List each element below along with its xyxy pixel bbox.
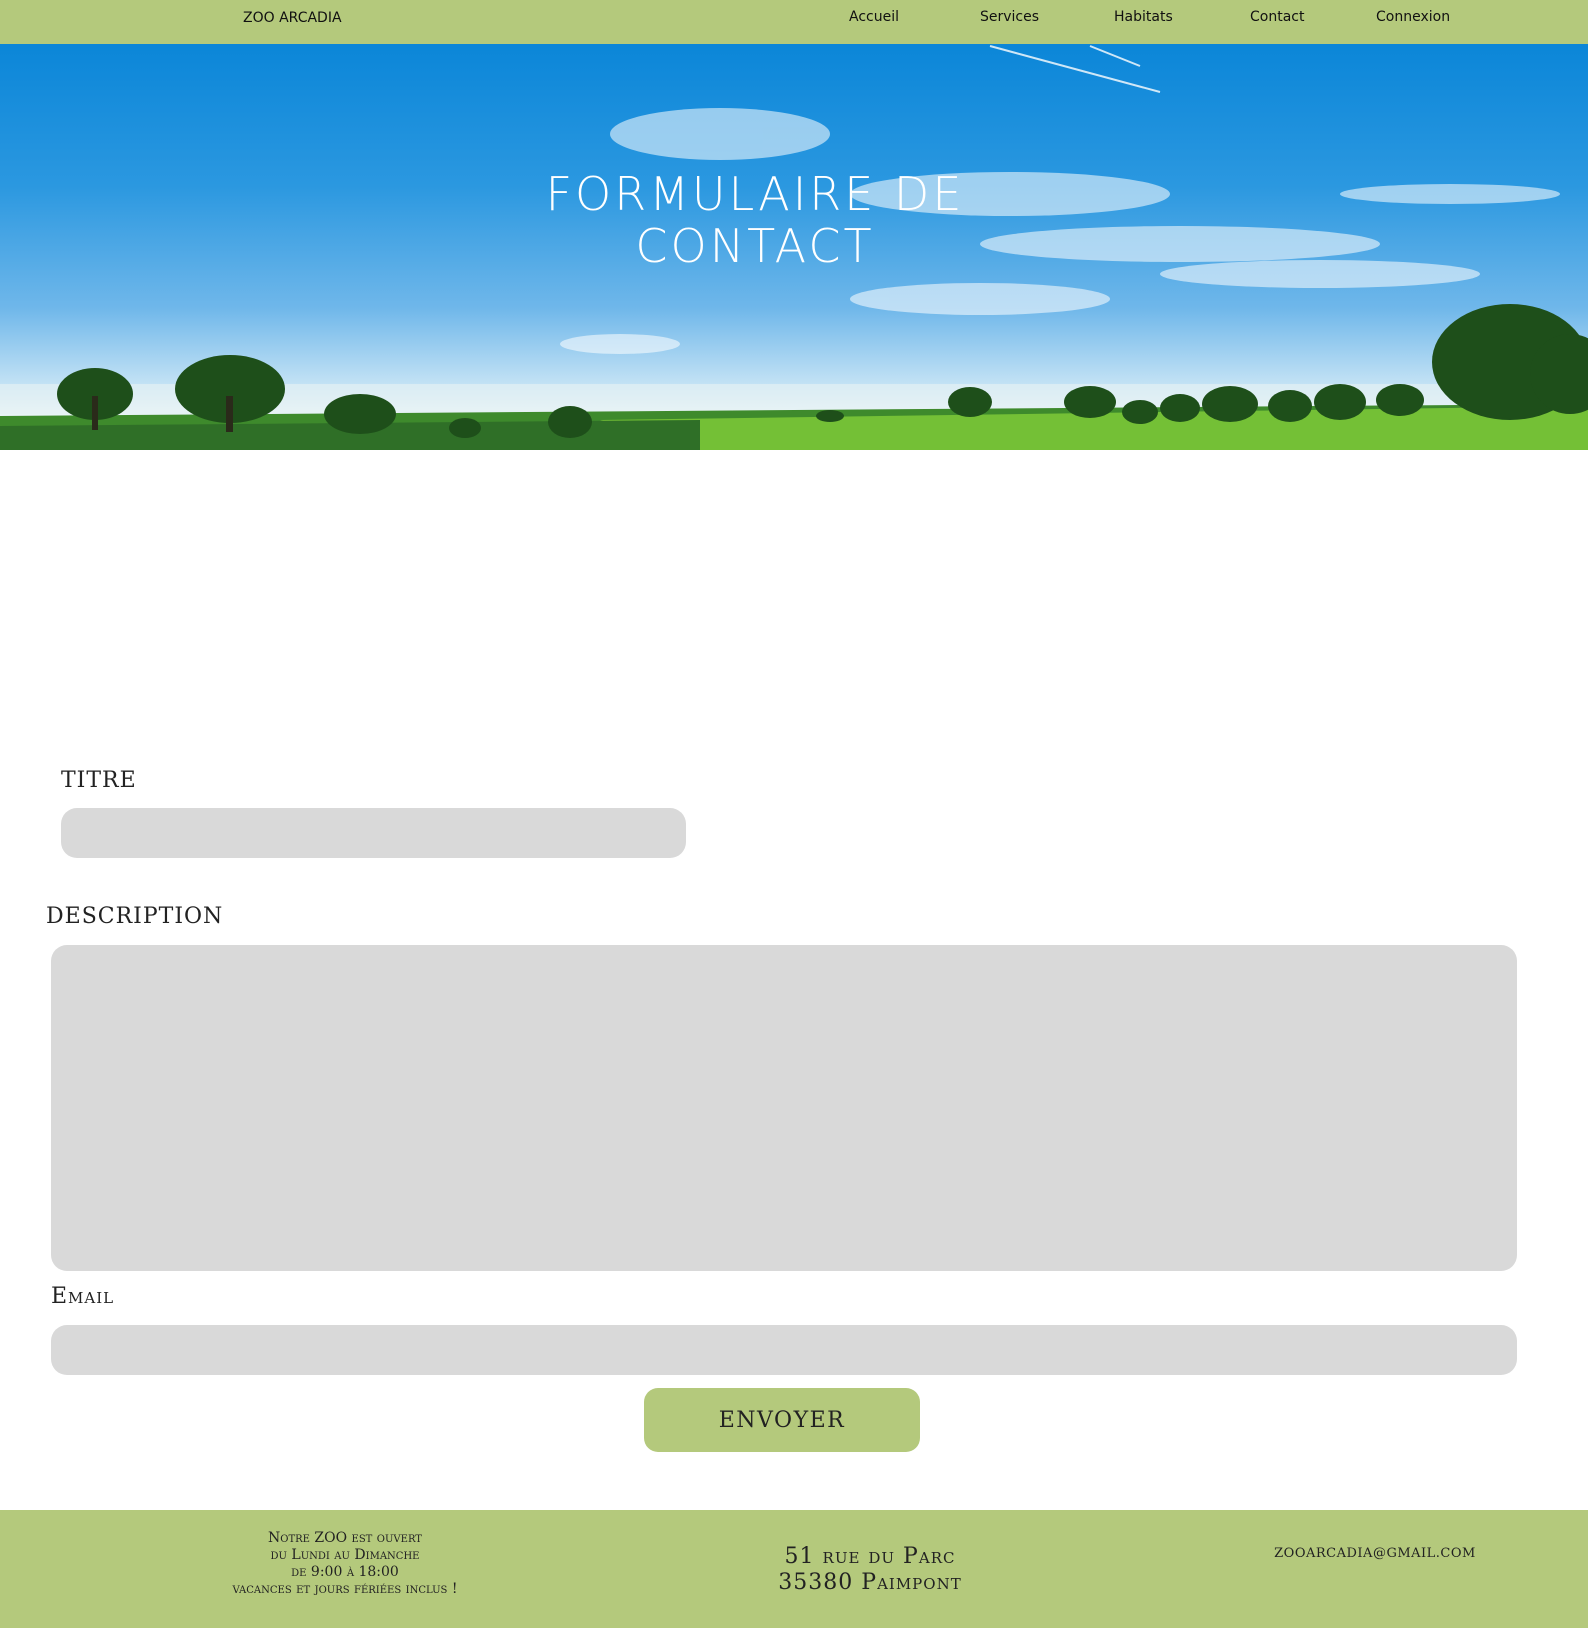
email-label: Email [51, 1284, 115, 1309]
description-label: DESCRIPTION [46, 904, 224, 929]
email-input[interactable] [51, 1325, 1517, 1375]
nav-link-services[interactable]: Services [980, 9, 1039, 25]
top-navbar: ZOO ARCADIA Accueil Services Habitats Co… [0, 0, 1588, 44]
page-title-line-1: FORMULAIRE DE [545, 167, 965, 221]
nav-link-connexion[interactable]: Connexion [1376, 9, 1450, 25]
send-button[interactable]: ENVOYER [644, 1388, 920, 1452]
address-street: 51 rue du Parc [784, 1544, 956, 1569]
opening-hours-line: de 9:00 à 18:00 [291, 1564, 399, 1580]
opening-hours-line: vacances et jours fériées inclus ! [232, 1581, 458, 1597]
page-title-line-2: CONTACT [635, 219, 875, 273]
nav-link-contact[interactable]: Contact [1250, 9, 1304, 25]
hero-banner: FORMULAIRE DE CONTACT [0, 44, 1588, 450]
opening-hours: Notre ZOO est ouvert du Lundi au Dimanch… [190, 1530, 500, 1598]
description-textarea[interactable] [51, 945, 1517, 1271]
address-city: 35380 Paimpont [778, 1570, 962, 1595]
opening-hours-line: du Lundi au Dimanche [270, 1547, 420, 1563]
contact-email-link[interactable]: zooarcadia@gmail.com [1250, 1546, 1500, 1561]
opening-hours-line: Notre ZOO est ouvert [268, 1530, 422, 1546]
brand-logo-text[interactable]: ZOO ARCADIA [243, 10, 342, 26]
zoo-address: 51 rue du Parc 35380 Paimpont [730, 1544, 1010, 1596]
page-title: FORMULAIRE DE CONTACT [440, 168, 1070, 272]
nav-link-habitats[interactable]: Habitats [1114, 9, 1173, 25]
title-label: TITRE [61, 768, 137, 793]
title-input[interactable] [61, 808, 686, 858]
nav-link-accueil[interactable]: Accueil [849, 9, 899, 25]
footer: Notre ZOO est ouvert du Lundi au Dimanch… [0, 1510, 1588, 1628]
